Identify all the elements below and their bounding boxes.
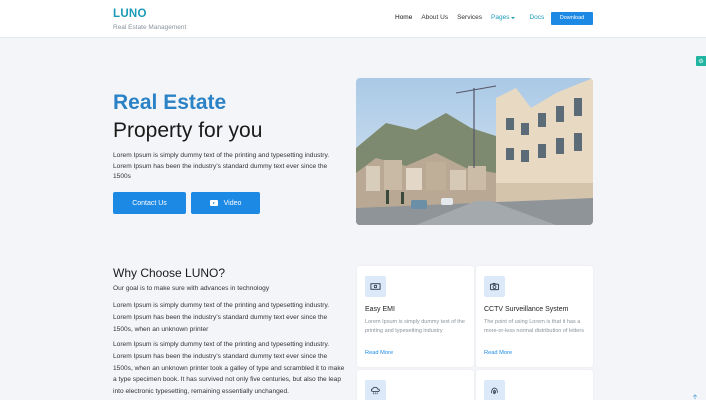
card-icon-wrapper (484, 276, 505, 297)
feature-card-easy-emi: Easy EMI Lorem Ipsum is simply dummy tex… (357, 266, 474, 367)
why-paragraph-1: Lorem Ipsum is simply dummy text of the … (113, 302, 330, 333)
card-text: The point of using Lorem is that it has … (484, 319, 584, 334)
arrow-up-icon (692, 394, 698, 400)
video-button-label: Video (223, 199, 242, 207)
contact-us-button[interactable]: Contact Us (113, 192, 186, 214)
why-paragraph-2: Lorem Ipsum is simply dummy text of the … (113, 341, 345, 396)
nav-about-us[interactable]: About Us (421, 14, 448, 21)
money-icon (370, 283, 381, 290)
hero-city-image (356, 78, 593, 225)
gear-icon (698, 58, 704, 64)
feature-card-security (476, 370, 593, 400)
main-nav: Home About Us Services Pages Docs (395, 14, 544, 21)
cloud-rain-icon (371, 386, 380, 395)
settings-toggle[interactable] (696, 56, 706, 66)
brand-tagline: Real Estate Management (113, 24, 187, 31)
hero-description: Lorem Ipsum is simply dummy text of the … (113, 152, 330, 180)
brand-title[interactable]: LUNO (113, 8, 186, 20)
card-icon-wrapper (365, 276, 386, 297)
nav-services[interactable]: Services (457, 14, 482, 21)
feature-card-weather (357, 370, 474, 400)
youtube-play-icon (209, 200, 218, 206)
read-more-link[interactable]: Read More (365, 350, 393, 356)
brand[interactable]: LUNO Real Estate Management (113, 8, 186, 31)
why-choose-title: Why Choose LUNO? (113, 266, 226, 280)
read-more-link[interactable]: Read More (484, 350, 512, 356)
hero-title-accent: Real Estate (113, 91, 227, 114)
chevron-down-icon (511, 16, 516, 19)
nav-home[interactable]: Home (395, 14, 412, 21)
nav-pages-label: Pages (491, 14, 510, 21)
card-title: CCTV Surveillance System (484, 306, 569, 313)
card-icon-wrapper (484, 380, 505, 400)
nav-docs[interactable]: Docs (529, 14, 544, 21)
download-button[interactable]: Download (551, 12, 593, 25)
card-text: Lorem Ipsum is simply dummy text of the … (365, 319, 465, 334)
scroll-to-top-button[interactable] (692, 387, 698, 400)
card-title: Easy EMI (365, 306, 395, 313)
video-button[interactable]: Video (191, 192, 260, 214)
site-header: LUNO Real Estate Management Home About U… (0, 0, 706, 38)
nav-pages-dropdown[interactable]: Pages (491, 14, 516, 21)
hero-title: Property for you (113, 119, 263, 142)
card-icon-wrapper (365, 380, 386, 400)
camera-icon (489, 283, 500, 291)
why-choose-subtitle: Our goal is to make sure with advances i… (113, 285, 270, 292)
fingerprint-icon (491, 387, 498, 395)
feature-card-cctv: CCTV Surveillance System The point of us… (476, 266, 593, 367)
